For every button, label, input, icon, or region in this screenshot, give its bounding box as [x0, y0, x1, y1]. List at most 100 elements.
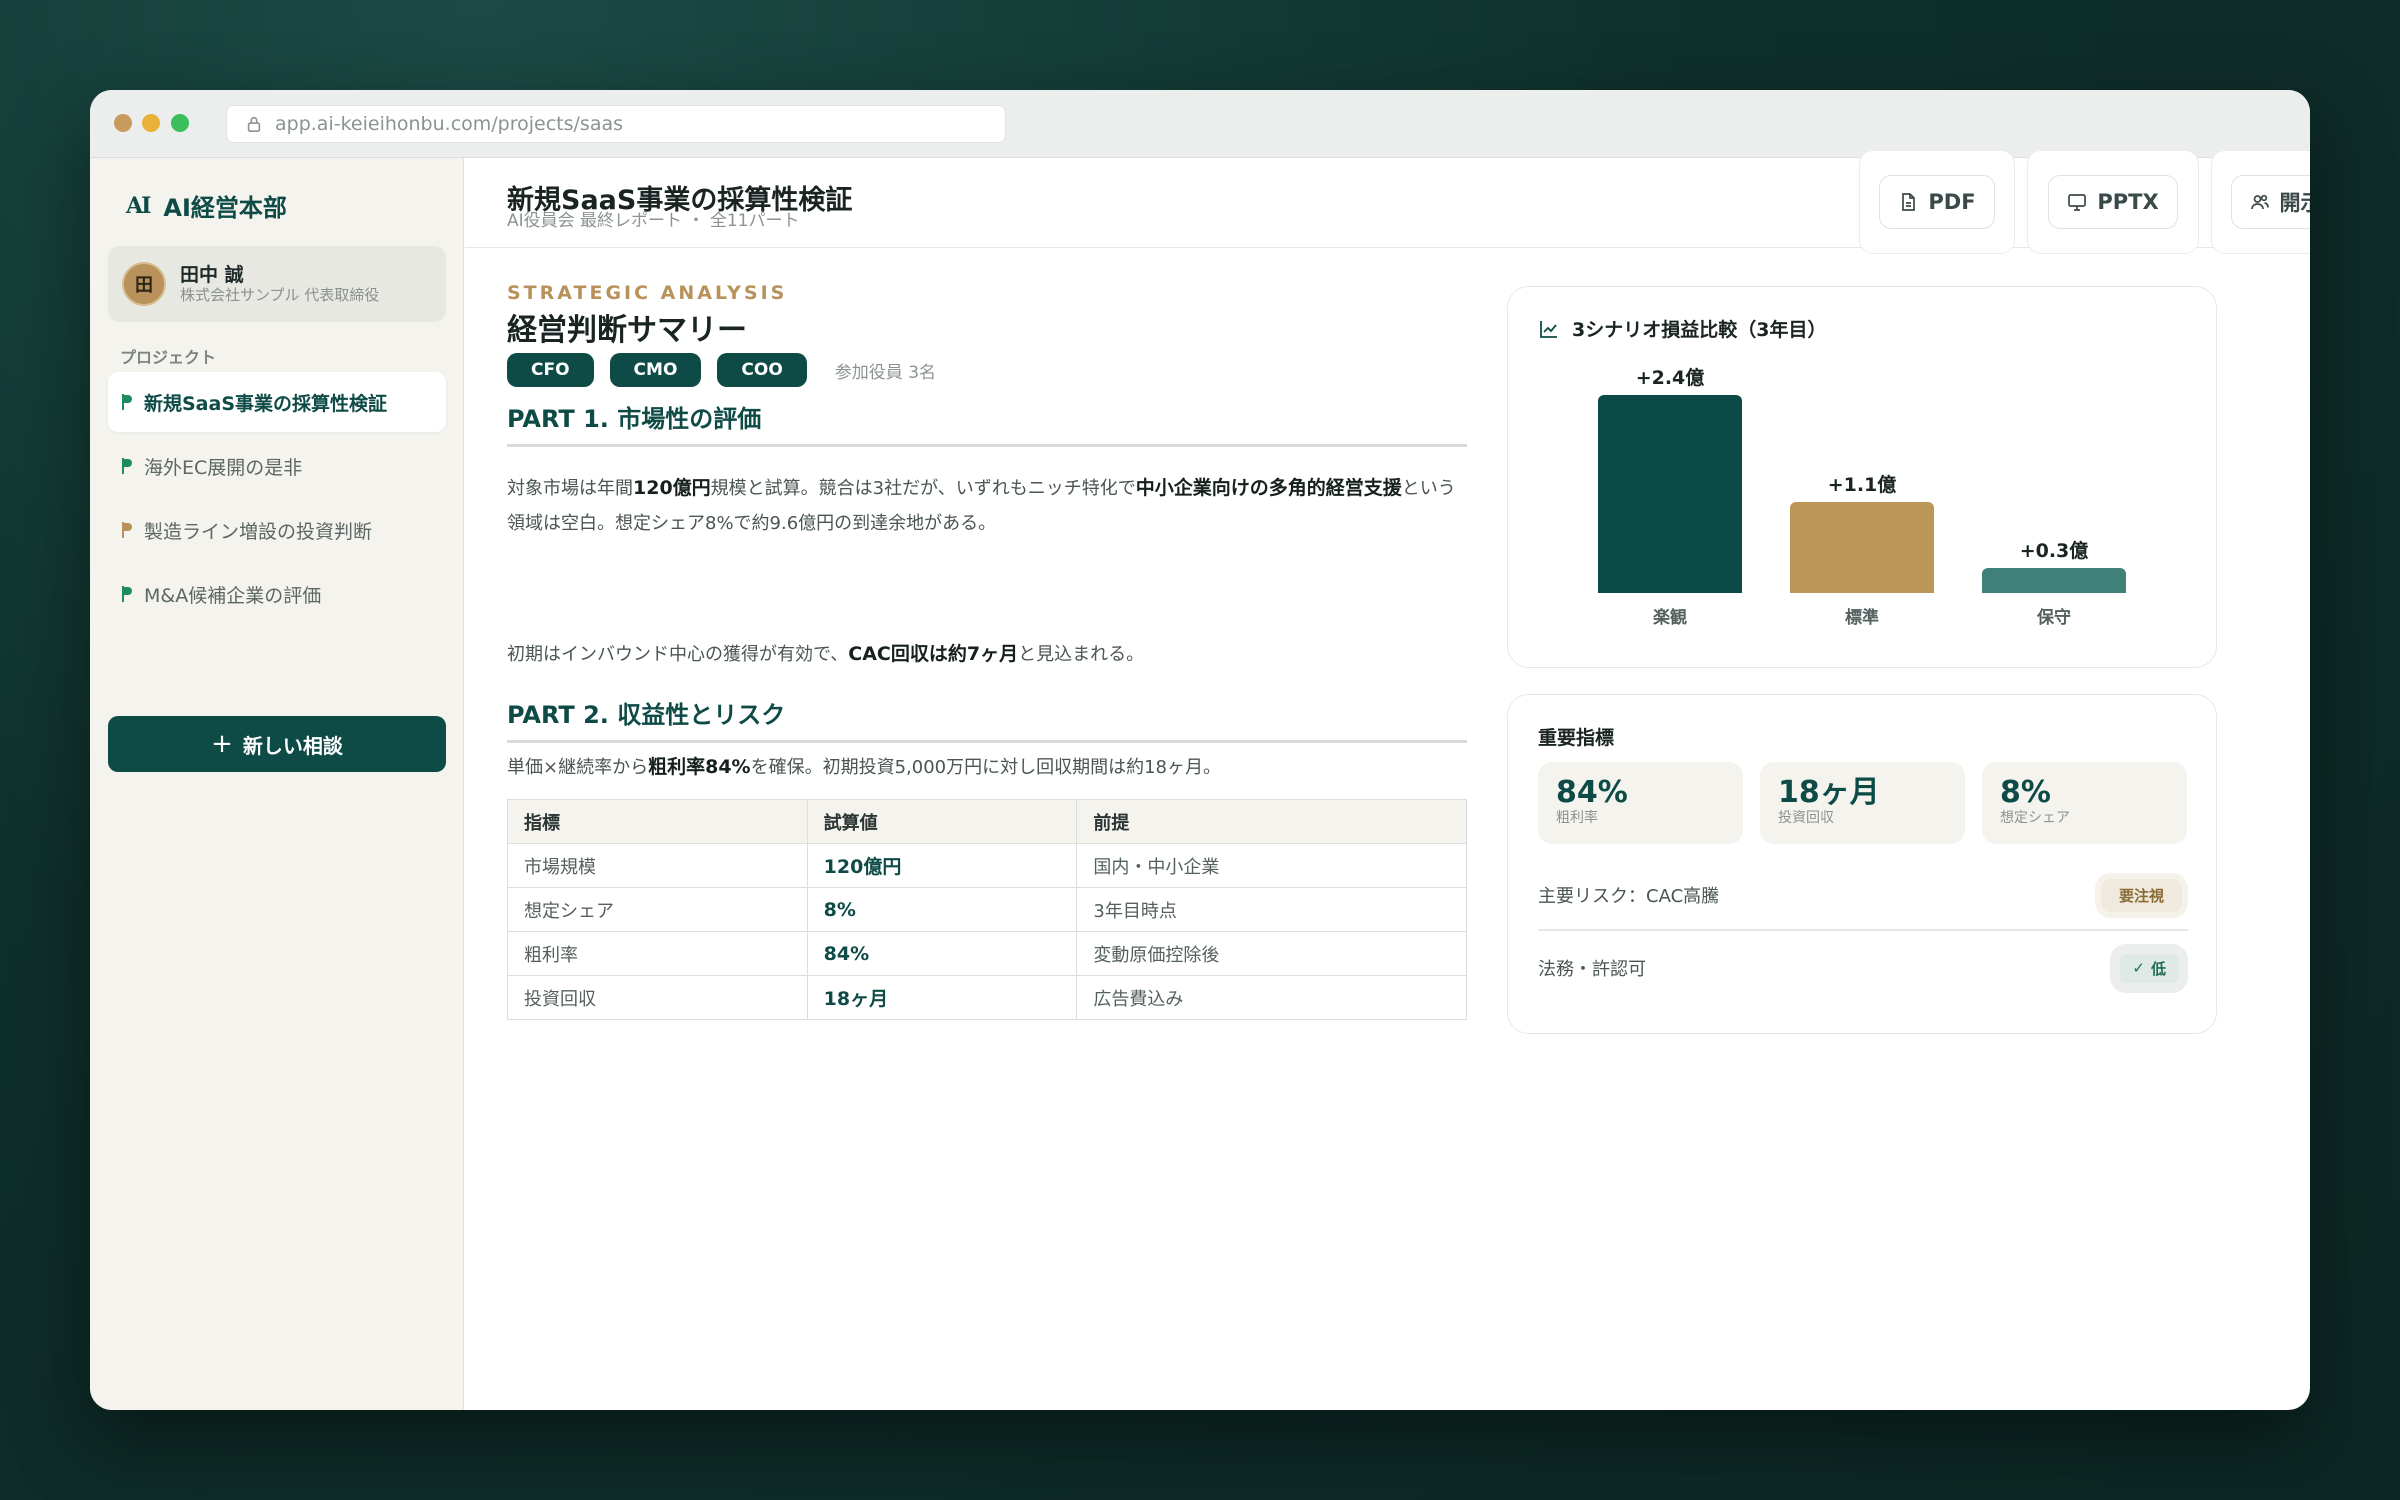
part2-heading: PART 2. 収益性とリスク — [507, 695, 1467, 743]
pdf-label: PDF — [1928, 190, 1976, 214]
table-row: 市場規模 120億円 国内・中小企業 — [507, 843, 1467, 888]
participants-note: 参加役員 3名 — [834, 362, 937, 383]
emphasis: 120億円 — [633, 477, 711, 499]
monitor-icon — [2068, 194, 2087, 211]
table-cell: 18ヶ月 — [806, 975, 1078, 1020]
project-nav: 新規SaaS事業の採算性検証 海外EC展開の是非 製造ライン増設の投資判断 M&… — [108, 372, 446, 628]
text-run: 単価×継続率から — [507, 757, 649, 778]
tag-cfo[interactable]: CFO — [507, 353, 594, 387]
risk-label: 主要リスク：CAC高騰 — [1538, 886, 1720, 907]
brand-logo: AI — [126, 192, 151, 219]
flag-icon — [122, 458, 132, 474]
risk-row-legal: 法務・許認可 ✓ 低 — [1538, 942, 2188, 994]
scenario-chart-card: 3シナリオ損益比較（3年目） +2.4億 楽観 +1.1億 標準 +0.3億 保守 — [1507, 286, 2217, 668]
browser-titlebar: app.ai-keieihonbu.com/projects/saas — [90, 90, 2310, 158]
new-consultation-button[interactable]: + 新しい相談 — [108, 716, 446, 772]
browser-window: app.ai-keieihonbu.com/projects/saas AI A… — [90, 90, 2310, 1410]
pptx-label: PPTX — [2097, 190, 2159, 214]
kpi-label: 想定シェア — [2000, 810, 2070, 826]
sidebar-item-mna[interactable]: M&A候補企業の評価 — [108, 564, 446, 624]
table-row: 投資回収 18ヶ月 広告費込み — [507, 975, 1467, 1020]
sidebar-item-overseas-ec[interactable]: 海外EC展開の是非 — [108, 436, 446, 496]
table-cell: 市場規模 — [507, 843, 808, 888]
plus-icon: + — [211, 729, 233, 759]
avatar: 田 — [122, 262, 166, 306]
risk-label: 法務・許認可 — [1538, 959, 1646, 980]
table-header-row: 指標 試算値 前提 — [507, 799, 1467, 844]
user-name: 田中 誠 — [180, 264, 244, 286]
sidebar-item-label: M&A候補企業の評価 — [144, 584, 322, 607]
report-eyebrow: STRATEGIC ANALYSIS — [507, 282, 788, 304]
bar-category-label: 標準 — [1845, 608, 1879, 628]
chart-bar[interactable] — [1598, 395, 1742, 593]
bar-category-label: 保守 — [2037, 608, 2071, 628]
bar-category-label: 楽観 — [1653, 608, 1687, 628]
tag-cmo[interactable]: CMO — [609, 353, 702, 387]
tag-coo[interactable]: COO — [717, 353, 807, 387]
chart-bar[interactable] — [1982, 568, 2126, 593]
part2-paragraph1: 単価×継続率から粗利率84%を確保。初期投資5,000万円に対し回収期間は約18… — [507, 750, 1467, 785]
users-icon — [2250, 194, 2269, 210]
kpi-label: 粗利率 — [1556, 810, 1598, 826]
table-row: 粗利率 84% 変動原価控除後 — [507, 931, 1467, 976]
document-icon — [1902, 193, 1916, 211]
brand-name: AI経営本部 — [163, 194, 287, 222]
text-run: 対象市場は年間 — [507, 478, 633, 499]
check-icon: ✓ — [2132, 959, 2145, 977]
kpi-value: 18ヶ月 — [1778, 775, 1880, 810]
pdf-export-button[interactable]: PDF — [1879, 175, 1995, 229]
table-cell: 3年目時点 — [1076, 887, 1467, 932]
new-consultation-label: 新しい相談 — [242, 733, 343, 758]
emphasis: 中小企業向けの多角的経営支援 — [1135, 477, 1402, 499]
minimize-window-button[interactable] — [142, 114, 160, 132]
key-metrics-card: 重要指標 84% 粗利率 18ヶ月 投資回収 8% 想定シェア 主要リスク：CA… — [1507, 694, 2217, 1034]
disclosure-label: 開示用 — [2279, 191, 2311, 215]
flag-icon — [122, 522, 132, 538]
scenario-bar-chart: +2.4億 楽観 +1.1億 標準 +0.3億 保守 — [1508, 287, 2218, 669]
column-header: 指標 — [507, 799, 808, 844]
sidebar-item-label: 海外EC展開の是非 — [144, 456, 303, 479]
url-text: app.ai-keieihonbu.com/projects/saas — [275, 113, 624, 135]
executive-tags: CFO CMO COO 参加役員 3名 — [507, 353, 936, 387]
table-cell: 8% — [806, 887, 1078, 932]
column-header: 前提 — [1076, 799, 1467, 844]
pptx-export-button[interactable]: PPTX — [2048, 175, 2178, 229]
part1-paragraph2: 初期はインバウンド中心の獲得が有効で、CAC回収は約7ヶ月と見込まれる。 — [507, 637, 1467, 672]
table-cell: 84% — [806, 931, 1078, 976]
user-card[interactable]: 田 田中 誠 株式会社サンプル 代表取締役 — [108, 246, 446, 322]
disclosure-button[interactable]: 開示用 — [2230, 175, 2311, 229]
pptx-export-wrap: PPTX — [2027, 150, 2199, 254]
text-run: と見込まれる。 — [1018, 644, 1145, 665]
projects-section-label: プロジェクト — [120, 348, 217, 367]
pdf-export-wrap: PDF — [1859, 150, 2015, 254]
close-window-button[interactable] — [114, 114, 132, 132]
kpi-value: 84% — [1556, 775, 1628, 810]
chart-bar[interactable] — [1790, 502, 1934, 593]
table-cell: 広告費込み — [1076, 975, 1467, 1020]
brand[interactable]: AI AI経営本部 — [126, 188, 287, 223]
disclosure-export-wrap: 開示用 — [2211, 150, 2310, 254]
sidebar-item-production-line[interactable]: 製造ライン増設の投資判断 — [108, 500, 446, 560]
kpi-share: 8% 想定シェア — [1982, 762, 2187, 844]
kpi-value: 8% — [2000, 775, 2051, 810]
table-cell: 粗利率 — [507, 931, 808, 976]
flag-icon — [122, 586, 132, 602]
divider — [1538, 929, 2188, 931]
table-cell: 変動原価控除後 — [1076, 931, 1467, 976]
text-run: を確保。初期投資5,000万円に対し回収期間は約18ヶ月。 — [750, 757, 1222, 778]
emphasis: 粗利率84% — [648, 756, 751, 778]
kpi-payback: 18ヶ月 投資回収 — [1760, 762, 1965, 844]
maximize-window-button[interactable] — [171, 114, 189, 132]
part1-heading: PART 1. 市場性の評価 — [507, 399, 1467, 447]
sidebar-item-saas[interactable]: 新規SaaS事業の採算性検証 — [108, 372, 446, 432]
address-bar[interactable]: app.ai-keieihonbu.com/projects/saas — [226, 105, 1006, 143]
table-cell: 想定シェア — [507, 887, 808, 932]
status-badge-text: 低 — [2150, 959, 2166, 978]
text-run: 規模と試算。競合は3社だが、いずれもニッチ特化で — [710, 478, 1136, 499]
status-badge: 要注視 — [2094, 872, 2188, 918]
risk-row-cac: 主要リスク：CAC高騰 要注視 — [1538, 872, 2188, 918]
table-cell: 投資回収 — [507, 975, 808, 1020]
column-header: 試算値 — [806, 799, 1078, 844]
sidebar-item-label: 製造ライン増設の投資判断 — [144, 520, 373, 543]
part1-paragraph1: 対象市場は年間120億円規模と試算。競合は3社だが、いずれもニッチ特化で中小企業… — [507, 471, 1467, 541]
